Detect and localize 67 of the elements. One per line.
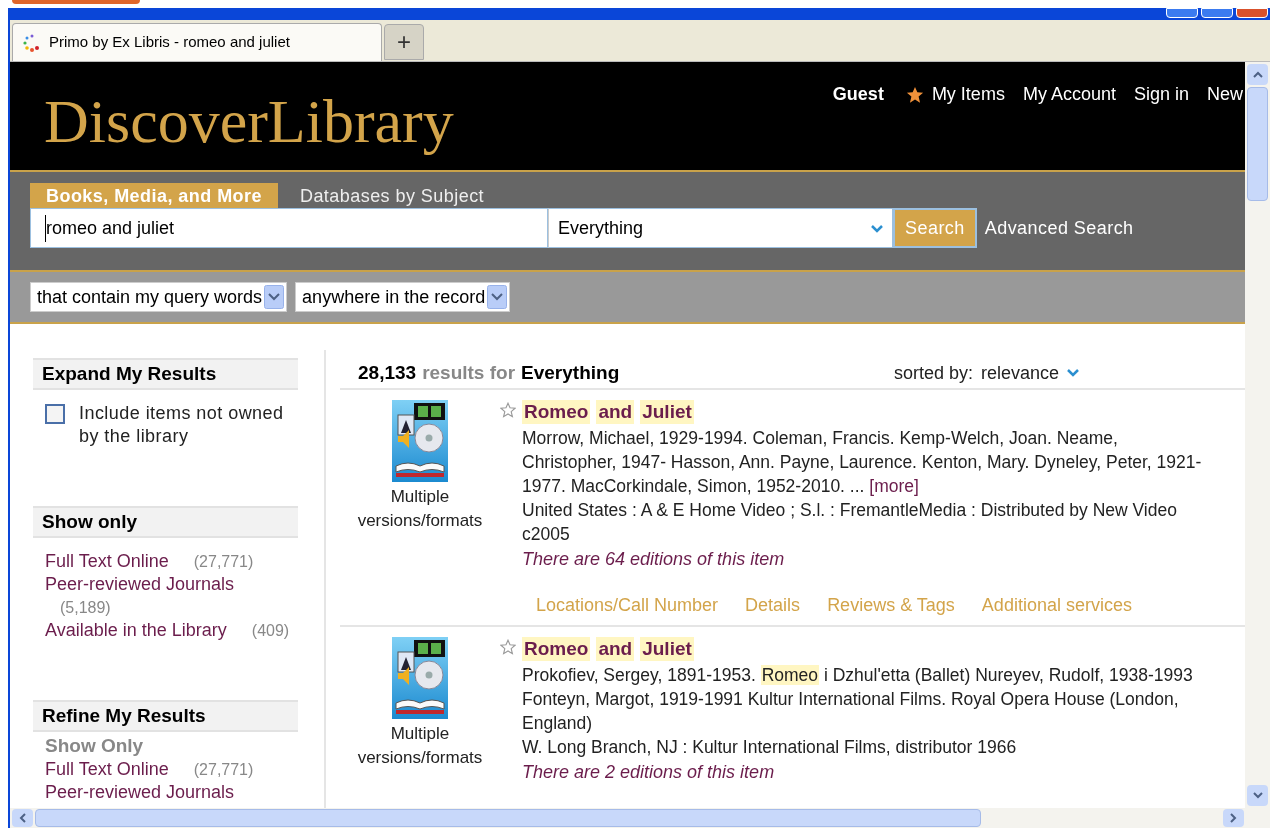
search-field[interactable]: romeo and juliet: [30, 208, 548, 248]
nav-link[interactable]: Sign in: [1133, 81, 1189, 108]
editions-link[interactable]: There are 64 editions of this item: [522, 546, 1212, 572]
nav-link[interactable]: My Items: [905, 81, 1005, 108]
sort-label: sorted by:: [893, 361, 973, 385]
results-label: results for: [422, 360, 516, 385]
chevron-up-icon: [1252, 71, 1263, 78]
author-text: Prokofiev, Sergey, 1891-1953. Romeo i Dzhulʹetta (Ballet) Nureyev, Rudolf, 1938-1993 Fonteyn, Margot, 1919-1991 Kultur International Films. Royal Opera House (London, England): [522, 664, 1194, 735]
filter-dropdown[interactable]: that contain my query words: [30, 282, 288, 312]
user-name: Guest: [832, 83, 884, 106]
facet-link[interactable]: Full Text Online: [45, 759, 169, 779]
chevron-down-icon: [1252, 792, 1263, 799]
star-icon: [905, 85, 924, 104]
section-heading: Show only: [33, 506, 298, 538]
facet-link[interactable]: Full Text Online: [45, 551, 169, 571]
facet-link[interactable]: Peer-reviewed Journals: [45, 782, 235, 802]
star-outline-icon[interactable]: [500, 639, 516, 655]
chevron-down-icon: [870, 223, 884, 233]
advanced-search-link[interactable]: Advanced Search: [984, 214, 1134, 242]
scroll-down-button[interactable]: [1247, 785, 1268, 806]
filter-dropdown[interactable]: anywhere in the record: [295, 282, 511, 312]
nav-link[interactable]: New: [1207, 81, 1243, 108]
scroll-left-button[interactable]: [12, 809, 33, 827]
minimize-button[interactable]: [1166, 8, 1198, 18]
author-text: Morrow, Michael, 1929-1994. Coleman, Francis. Kemp-Welch, Joan. Neame, Christopher, 1947- Hasson, Ann. Payne, Laurence. Kenton, Mary. Dyneley, Peter, 1921-1977. MacCorkindale, Simon, 1952-2010. ... [more]: [522, 427, 1203, 498]
facet-count: (27,771): [193, 760, 254, 780]
publisher-text: United States : A & E Home Video ; S.l. : FremantleMedia : Distributed by New Video c2005: [522, 499, 1178, 546]
chevron-left-icon: [19, 813, 26, 823]
maximize-button[interactable]: [1201, 8, 1233, 18]
more-link[interactable]: [more]: [869, 476, 919, 496]
format-label: Multiple versions/formats: [356, 723, 484, 769]
vertical-scrollbar[interactable]: [1245, 62, 1270, 808]
format-label: Multiple versions/formats: [356, 486, 484, 532]
multimedia-icon: [392, 637, 448, 719]
new-tab-button[interactable]: +: [384, 24, 424, 60]
chevron-down-icon: [1067, 369, 1079, 377]
editions-link[interactable]: There are 2 editions of this item: [522, 759, 1212, 785]
sort-dropdown[interactable]: relevance: [980, 359, 1079, 387]
multimedia-icon: [392, 400, 448, 482]
publisher-text: W. Long Branch, NJ : Kultur International Films, distributor 1966: [522, 736, 1018, 759]
scroll-right-button[interactable]: [1223, 809, 1244, 827]
facet-count: (409): [251, 621, 290, 641]
nav-link[interactable]: My Account: [1022, 81, 1116, 108]
facet-link[interactable]: Available in the Library: [45, 620, 227, 640]
horizontal-scroll-thumb[interactable]: [35, 809, 981, 827]
facet-count: (5,189): [60, 598, 111, 618]
record-title-link[interactable]: Romeo and Juliet: [522, 400, 694, 424]
subsection-heading: Show Only: [45, 734, 145, 758]
facet-link[interactable]: Peer-reviewed Journals: [45, 574, 235, 594]
star-outline-icon[interactable]: [500, 402, 516, 418]
scope-label: Everything: [521, 360, 620, 385]
chevron-right-icon: [1230, 813, 1237, 823]
scroll-up-button[interactable]: [1247, 64, 1268, 85]
scope-dropdown[interactable]: Everything: [548, 208, 893, 248]
search-tab[interactable]: Databases by Subject: [299, 183, 485, 208]
close-button[interactable]: [1236, 8, 1268, 18]
facet-count: (27,771): [193, 552, 254, 572]
result-count: 28,133: [358, 360, 417, 385]
checkbox-label: Include items not owned by the library: [79, 402, 285, 448]
horizontal-scrollbar[interactable]: [10, 808, 1270, 828]
section-heading: Refine My Results: [33, 700, 298, 732]
scroll-thumb[interactable]: [1247, 87, 1268, 201]
spinner-icon: [23, 33, 41, 52]
section-heading: Expand My Results: [33, 358, 298, 390]
checkbox[interactable]: [45, 404, 65, 424]
record-title-link[interactable]: Romeo and Juliet: [522, 637, 694, 661]
browser-tab[interactable]: Primo by Ex Libris - romeo and juliet: [12, 23, 382, 61]
